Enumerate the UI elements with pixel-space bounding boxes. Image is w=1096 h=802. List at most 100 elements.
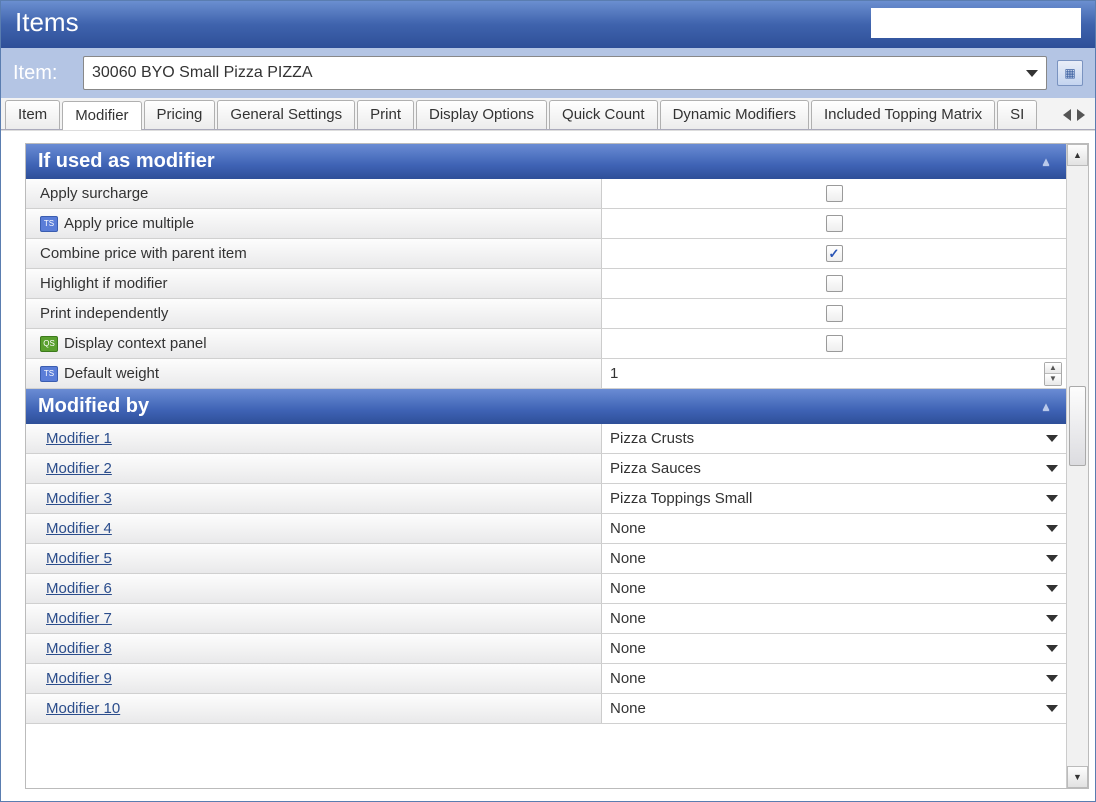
chevron-down-icon bbox=[1026, 70, 1038, 77]
tab-general-settings[interactable]: General Settings bbox=[217, 100, 355, 129]
modifier-label-link[interactable]: Modifier 6 bbox=[26, 574, 602, 603]
modifier-row: Modifier 10None bbox=[26, 694, 1066, 724]
property-label-text: Apply surcharge bbox=[40, 185, 148, 202]
modifier-dropdown-value: Pizza Sauces bbox=[610, 460, 701, 477]
modifier-dropdown-value: None bbox=[610, 580, 646, 597]
modifier-label-link[interactable]: Modifier 4 bbox=[26, 514, 602, 543]
property-value[interactable] bbox=[602, 209, 1066, 238]
property-value[interactable]: 1 ▲▼ bbox=[602, 359, 1066, 388]
modifier-dropdown[interactable]: Pizza Sauces bbox=[602, 454, 1066, 483]
modifier-label-link[interactable]: Modifier 10 bbox=[26, 694, 602, 723]
property-grid: If used as modifier Apply surchargeTSApp… bbox=[25, 143, 1089, 789]
property-label: TSApply price multiple bbox=[26, 209, 602, 238]
modifier-dropdown[interactable]: Pizza Toppings Small bbox=[602, 484, 1066, 513]
tab-si[interactable]: SI bbox=[997, 100, 1037, 129]
scroll-up-button[interactable]: ▲ bbox=[1067, 144, 1088, 166]
item-dropdown-value: 30060 BYO Small Pizza PIZZA bbox=[92, 64, 313, 82]
modifier-dropdown-value: None bbox=[610, 640, 646, 657]
modifier-dropdown[interactable]: None bbox=[602, 544, 1066, 573]
item-label: Item: bbox=[13, 62, 73, 85]
checkbox[interactable] bbox=[826, 335, 843, 352]
collapse-icon bbox=[1038, 158, 1054, 165]
modifier-label-link[interactable]: Modifier 8 bbox=[26, 634, 602, 663]
modifier-dropdown[interactable]: None bbox=[602, 604, 1066, 633]
scroll-track[interactable] bbox=[1067, 166, 1088, 766]
tab-scroll-left[interactable] bbox=[1063, 109, 1071, 121]
property-value[interactable] bbox=[602, 269, 1066, 298]
modifier-dropdown-value: Pizza Toppings Small bbox=[610, 490, 752, 507]
section-title: If used as modifier bbox=[38, 150, 215, 173]
property-label-text: Apply price multiple bbox=[64, 215, 194, 232]
checkbox[interactable] bbox=[826, 275, 843, 292]
spinner-buttons[interactable]: ▲▼ bbox=[1044, 362, 1062, 386]
item-dropdown[interactable]: 30060 BYO Small Pizza PIZZA bbox=[83, 56, 1047, 90]
vertical-scrollbar[interactable]: ▲ ▼ bbox=[1066, 144, 1088, 788]
property-label: Highlight if modifier bbox=[26, 269, 602, 298]
property-value[interactable] bbox=[602, 299, 1066, 328]
scroll-pane: If used as modifier Apply surchargeTSApp… bbox=[26, 144, 1066, 788]
modifier-label-link[interactable]: Modifier 1 bbox=[26, 424, 602, 453]
tab-scroll-controls bbox=[1057, 105, 1091, 129]
scroll-thumb[interactable] bbox=[1069, 386, 1086, 466]
collapse-icon bbox=[1038, 403, 1054, 410]
property-row: TSDefault weight1▲▼ bbox=[26, 359, 1066, 389]
modifier-dropdown[interactable]: None bbox=[602, 664, 1066, 693]
chevron-down-icon bbox=[1046, 465, 1058, 472]
tab-print[interactable]: Print bbox=[357, 100, 414, 129]
tab-included-topping-matrix[interactable]: Included Topping Matrix bbox=[811, 100, 995, 129]
itembar-table-icon[interactable]: ▦ bbox=[1057, 60, 1083, 86]
property-value[interactable] bbox=[602, 329, 1066, 358]
modifier-label-link[interactable]: Modifier 3 bbox=[26, 484, 602, 513]
tab-display-options[interactable]: Display Options bbox=[416, 100, 547, 129]
tab-quick-count[interactable]: Quick Count bbox=[549, 100, 658, 129]
spinner-down[interactable]: ▼ bbox=[1045, 374, 1061, 385]
modifier-label-link[interactable]: Modifier 9 bbox=[26, 664, 602, 693]
property-label-text: Display context panel bbox=[64, 335, 207, 352]
section-modified-by-header[interactable]: Modified by bbox=[26, 389, 1066, 424]
titlebar-search-box[interactable] bbox=[871, 8, 1081, 38]
tab-dynamic-modifiers[interactable]: Dynamic Modifiers bbox=[660, 100, 809, 129]
modifier-dropdown[interactable]: Pizza Crusts bbox=[602, 424, 1066, 453]
property-value[interactable] bbox=[602, 179, 1066, 208]
property-value[interactable]: ✓ bbox=[602, 239, 1066, 268]
checkbox[interactable] bbox=[826, 185, 843, 202]
title: Items bbox=[15, 7, 79, 38]
modifier-dropdown-value: Pizza Crusts bbox=[610, 430, 694, 447]
spinner-up[interactable]: ▲ bbox=[1045, 363, 1061, 374]
property-label: Apply surcharge bbox=[26, 179, 602, 208]
tab-bar: ItemModifierPricingGeneral SettingsPrint… bbox=[1, 98, 1095, 130]
modifier-label-link[interactable]: Modifier 7 bbox=[26, 604, 602, 633]
modifier-dropdown-value: None bbox=[610, 610, 646, 627]
checkbox[interactable] bbox=[826, 215, 843, 232]
modifier-dropdown[interactable]: None bbox=[602, 634, 1066, 663]
modifier-row: Modifier 5None bbox=[26, 544, 1066, 574]
checkbox[interactable]: ✓ bbox=[826, 245, 843, 262]
tab-scroll-right[interactable] bbox=[1077, 109, 1085, 121]
property-row: TSApply price multiple bbox=[26, 209, 1066, 239]
property-label: QS Display context panel bbox=[26, 329, 602, 358]
checkbox[interactable] bbox=[826, 305, 843, 322]
modifier-row: Modifier 1 Pizza Crusts bbox=[26, 424, 1066, 454]
modifier-label-link[interactable]: Modifier 2 bbox=[26, 454, 602, 483]
property-row: Highlight if modifier bbox=[26, 269, 1066, 299]
modifier-dropdown[interactable]: None bbox=[602, 574, 1066, 603]
chevron-down-icon bbox=[1046, 645, 1058, 652]
scroll-down-button[interactable]: ▼ bbox=[1067, 766, 1088, 788]
property-label-text: Combine price with parent item bbox=[40, 245, 247, 262]
modifier-dropdown[interactable]: None bbox=[602, 694, 1066, 723]
property-label: Print independently bbox=[26, 299, 602, 328]
section-if-used-as-modifier-header[interactable]: If used as modifier bbox=[26, 144, 1066, 179]
tab-modifier[interactable]: Modifier bbox=[62, 101, 141, 130]
property-label: Combine price with parent item bbox=[26, 239, 602, 268]
modifier-dropdown[interactable]: None bbox=[602, 514, 1066, 543]
tab-item[interactable]: Item bbox=[5, 100, 60, 129]
property-label-text: Highlight if modifier bbox=[40, 275, 168, 292]
spinner-value[interactable]: 1 bbox=[610, 365, 618, 382]
modifier-label-link[interactable]: Modifier 5 bbox=[26, 544, 602, 573]
tab-pricing[interactable]: Pricing bbox=[144, 100, 216, 129]
ts-icon: TS bbox=[40, 366, 58, 382]
qs-icon: QS bbox=[40, 336, 58, 352]
chevron-down-icon bbox=[1046, 615, 1058, 622]
modifier-dropdown-value: None bbox=[610, 520, 646, 537]
chevron-down-icon bbox=[1046, 525, 1058, 532]
